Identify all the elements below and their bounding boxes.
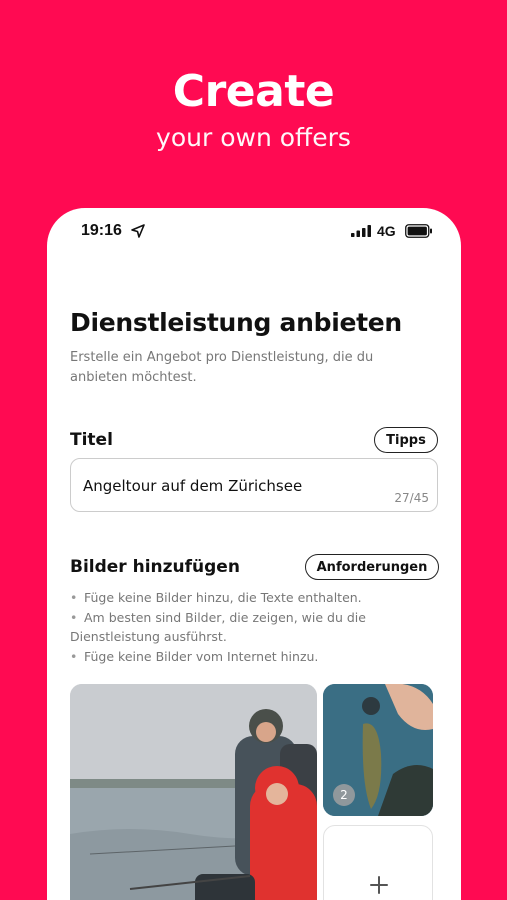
requirement-item: • Füge keine Bilder hinzu, die Texte enth… [70,590,362,605]
tips-button[interactable]: Tipps [374,427,438,453]
signal-bars-icon [351,225,371,237]
uploaded-photo-main[interactable] [70,684,317,900]
page-description: Erstelle ein Angebot pro Dienstleistung,… [70,350,374,385]
add-photo-button[interactable] [323,825,433,900]
location-arrow-icon [131,224,145,238]
network-type: 4G [377,223,396,239]
fishing-boat-photo [70,684,317,900]
requirements-list: • Füge keine Bilder hinzu, die Texte enth… [70,588,440,666]
status-bar: 19:16 4G [47,208,461,256]
plus-icon [370,876,388,894]
title-section-label: Titel [70,430,113,450]
status-time: 19:16 [81,222,122,239]
phone-frame: 19:16 4G Dienstleistung anbieten Erstell… [47,208,461,900]
requirement-item: • Am besten sind Bilder, die zeigen, wie … [70,609,366,645]
battery-icon [405,224,432,238]
requirement-item: • Füge keine Bilder vom Internet hinzu. [70,648,319,664]
promo-subline: your own offers [156,123,351,152]
images-section-label: Bilder hinzufügen [70,557,240,577]
title-input-value[interactable]: Angeltour auf dem Zürichsee [83,477,302,495]
requirements-button[interactable]: Anforderungen [305,554,439,580]
page-title: Dienstleistung anbieten [70,308,402,337]
uploaded-photo-fish[interactable]: 2 [323,684,433,816]
title-input[interactable]: Angeltour auf dem Zürichsee 27/45 [70,458,438,512]
title-character-counter: 27/45 [394,491,429,505]
promo-headline: Create [172,66,335,117]
photo-order-badge: 2 [333,784,355,806]
